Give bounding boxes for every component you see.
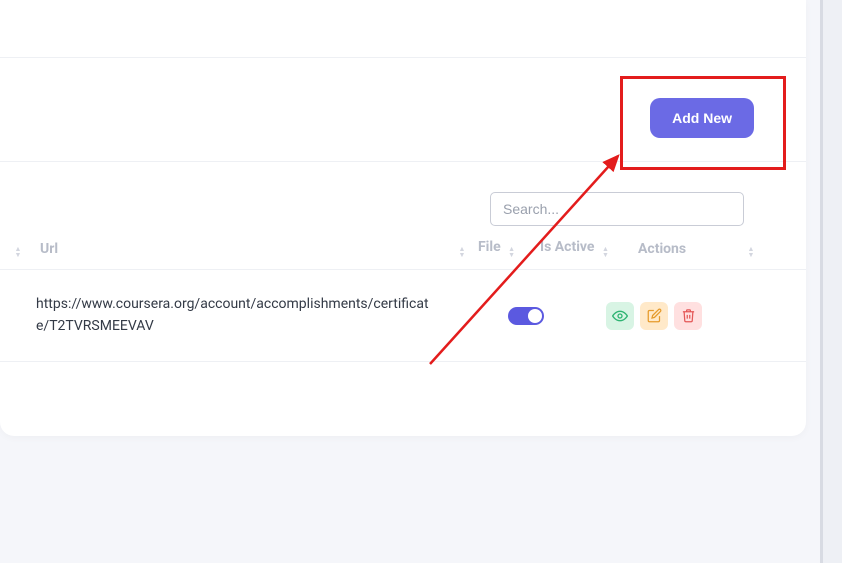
- cell-actions: [606, 302, 726, 330]
- column-header-actions: Actions: [638, 241, 738, 257]
- sort-icon[interactable]: ▲▼: [738, 239, 764, 258]
- column-header-url[interactable]: Url: [36, 241, 446, 257]
- eye-icon: [612, 308, 628, 324]
- card-header-blank: [0, 0, 806, 58]
- column-header-is-active-label: Is Active: [540, 239, 594, 255]
- edit-button[interactable]: [640, 302, 668, 330]
- delete-button[interactable]: [674, 302, 702, 330]
- page-edge: [820, 0, 842, 563]
- add-new-button[interactable]: Add New: [650, 98, 754, 138]
- table-header: ▲▼ Url ▲▼ File ▲▼ Is Active ▲▼ Actions ▲…: [0, 228, 806, 270]
- add-new-row: Add New: [0, 58, 806, 162]
- view-button[interactable]: [606, 302, 634, 330]
- column-header-is-active[interactable]: Is Active ▲▼: [540, 239, 638, 258]
- cell-url: https://www.coursera.org/account/accompl…: [0, 278, 446, 353]
- cell-is-active: [508, 307, 606, 325]
- table-row: https://www.coursera.org/account/accompl…: [0, 270, 806, 362]
- sort-icon[interactable]: ▲▼: [602, 246, 609, 258]
- is-active-toggle[interactable]: [508, 307, 544, 325]
- search-row: [0, 162, 806, 228]
- sort-icon[interactable]: ▲▼: [508, 246, 515, 258]
- search-input[interactable]: [490, 192, 744, 226]
- column-header-file[interactable]: File ▲▼: [478, 239, 540, 258]
- column-header-file-label: File: [478, 239, 501, 255]
- sort-icon[interactable]: ▲▼: [446, 239, 478, 258]
- trash-icon: [681, 308, 696, 323]
- edit-icon: [647, 308, 662, 323]
- content-card: Add New ▲▼ Url ▲▼ File ▲▼ Is Active ▲▼ A…: [0, 0, 806, 436]
- sort-icon[interactable]: ▲▼: [0, 239, 36, 258]
- card-footer-pad: [0, 362, 806, 436]
